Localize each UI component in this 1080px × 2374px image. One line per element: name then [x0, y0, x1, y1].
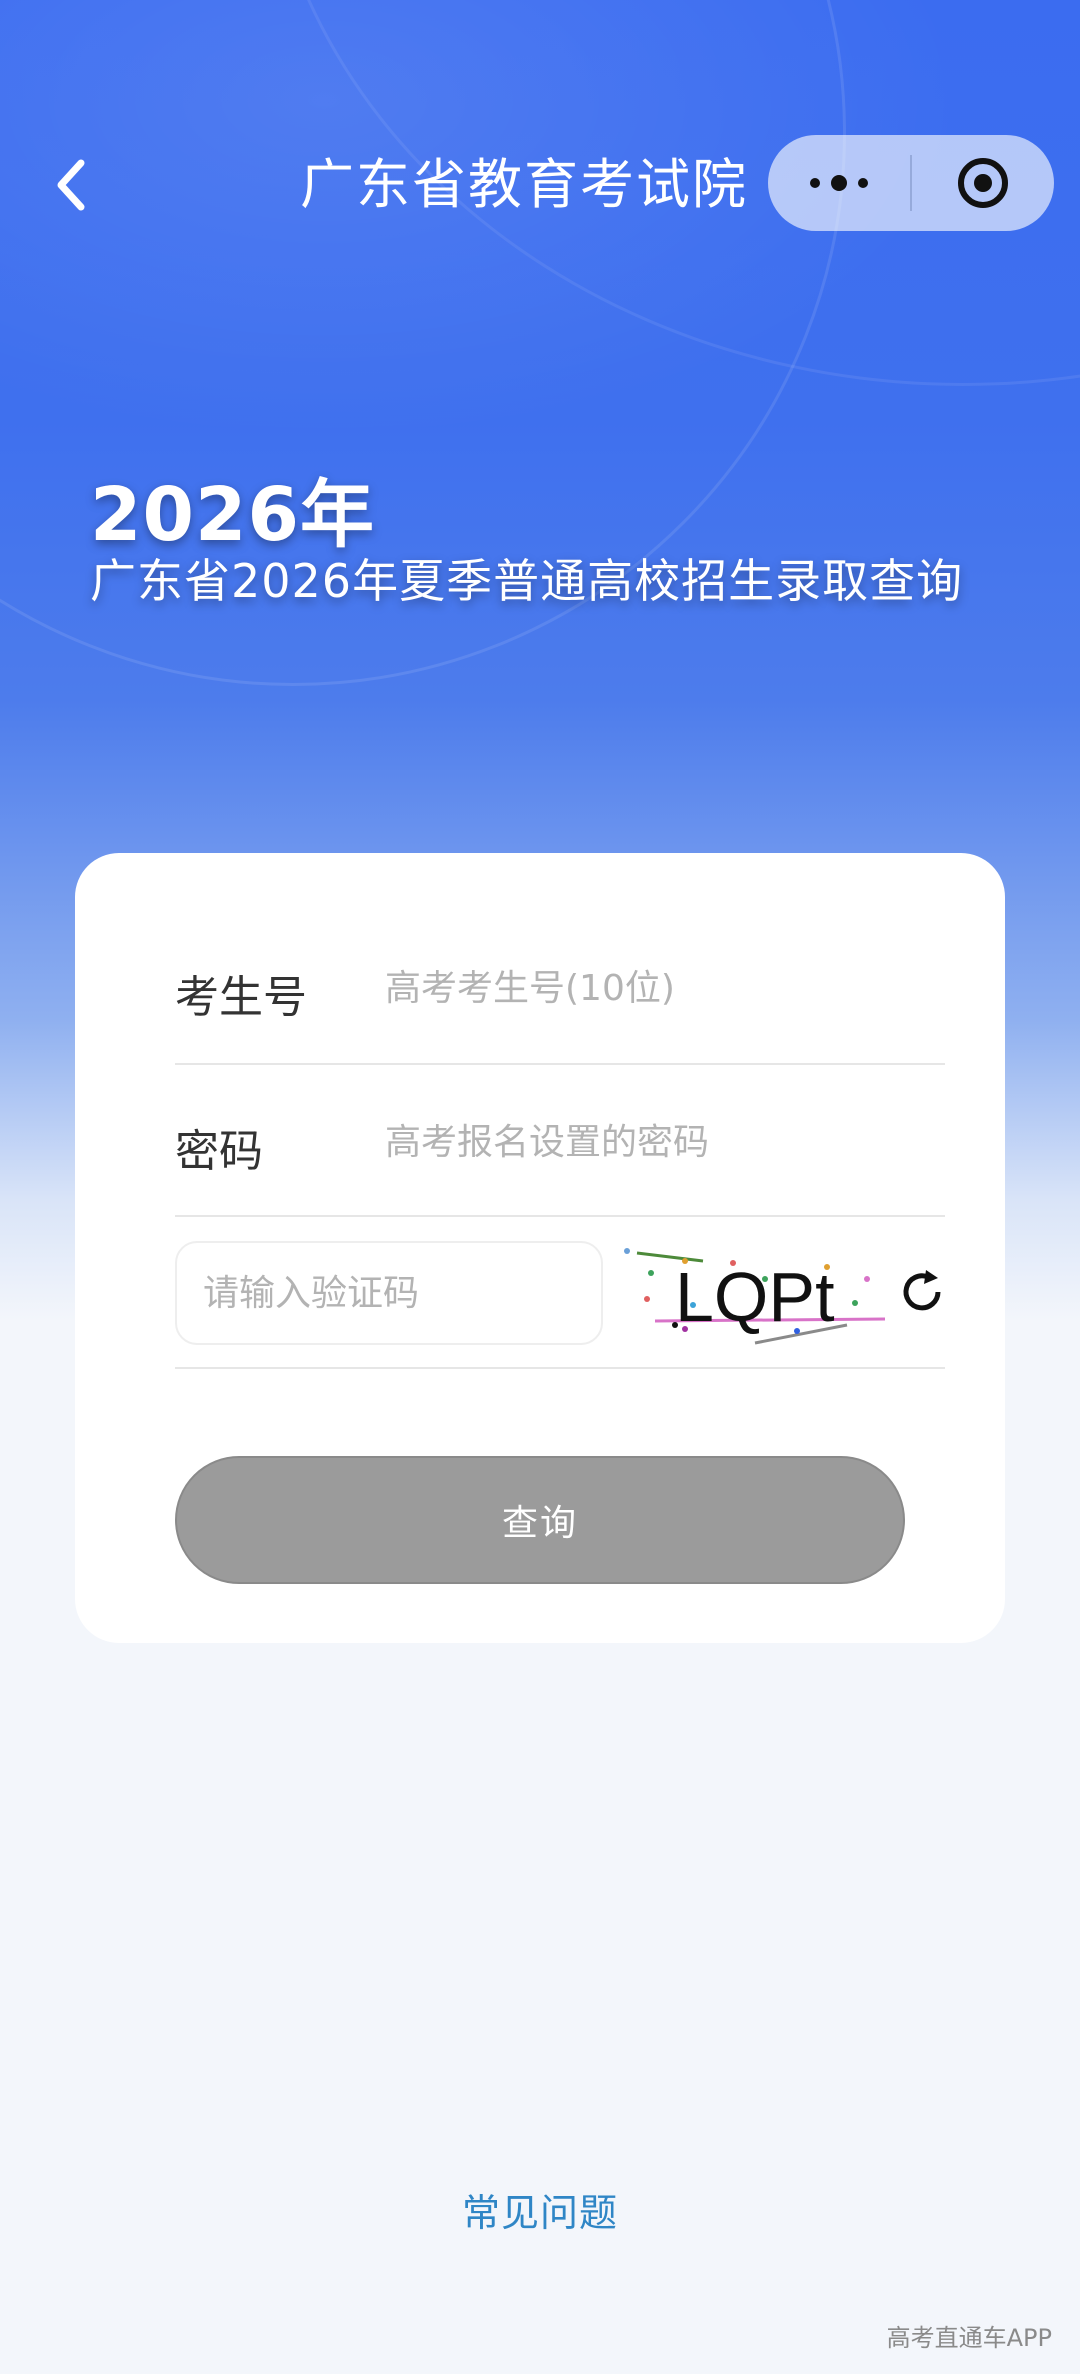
headline-subtitle: 广东省2026年夏季普通高校招生录取查询 — [90, 554, 964, 608]
mini-program-capsule — [768, 135, 1054, 231]
navigation-bar: 广东省教育考试院 — [0, 120, 1080, 250]
password-input[interactable] — [385, 1117, 945, 1167]
refresh-icon — [903, 1270, 941, 1311]
more-button[interactable] — [768, 135, 910, 231]
watermark-text: 高考直通车APP — [886, 2324, 1052, 2352]
chevron-left-icon — [57, 159, 85, 211]
page-title: 广东省教育考试院 — [300, 153, 748, 216]
back-button[interactable] — [36, 150, 106, 220]
refresh-captcha-button[interactable] — [897, 1267, 947, 1317]
candidate-number-row: 考生号 — [175, 853, 945, 1065]
captcha-image[interactable]: LQPt — [615, 1239, 895, 1349]
close-button[interactable] — [912, 135, 1054, 231]
candidate-number-label: 考生号 — [175, 972, 307, 1023]
captcha-row: LQPt — [175, 1217, 945, 1369]
query-form-card: 考生号 密码 LQPt — [75, 853, 1005, 1643]
password-row: 密码 — [175, 1065, 945, 1217]
query-button[interactable]: 查询 — [175, 1456, 905, 1584]
candidate-number-input[interactable] — [385, 963, 945, 1013]
captcha-text: LQPt — [675, 1258, 835, 1336]
faq-link[interactable]: 常见问题 — [0, 2182, 1080, 2237]
captcha-input[interactable] — [175, 1241, 603, 1345]
more-dots-icon — [810, 175, 868, 191]
password-label: 密码 — [175, 1126, 263, 1177]
target-close-icon — [958, 158, 1008, 208]
